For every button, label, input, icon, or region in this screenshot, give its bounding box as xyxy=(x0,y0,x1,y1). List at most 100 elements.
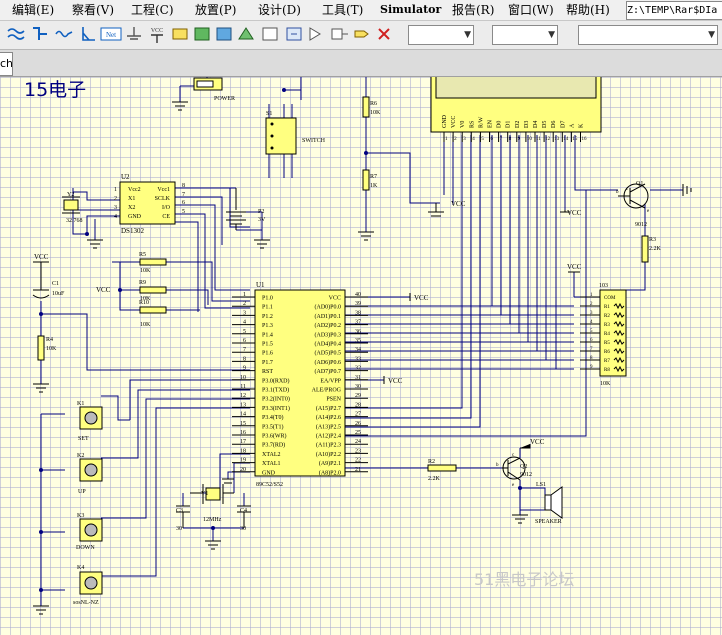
schematic-sheet[interactable]: VCC VCC VCC VCC VCC VCC VCC VCC 15电子 POW… xyxy=(0,77,722,635)
crystal-y2[interactable]: Y2 32.768 xyxy=(62,192,83,224)
u1-pin-name: (A14)P2.6 xyxy=(316,414,341,421)
part-icon[interactable] xyxy=(170,24,190,44)
y1-ref: Y1 xyxy=(201,491,208,497)
key-k2[interactable]: K2 UP xyxy=(77,453,103,495)
u1-pin-num: 3 xyxy=(243,310,246,316)
u1-pin-name: P1.3 xyxy=(262,323,273,329)
switch-s1[interactable]: S1 SWITCH xyxy=(265,111,326,155)
device-sheet-icon[interactable] xyxy=(236,24,256,44)
menu-edit[interactable]: 编辑(E) xyxy=(12,0,54,20)
menu-project[interactable]: 工程(C) xyxy=(131,0,174,20)
resistor-r7[interactable]: R7 1K xyxy=(362,169,378,191)
u1-pin-num: 28 xyxy=(355,402,361,408)
u1-pin-name: P3.1(TXD) xyxy=(262,387,289,394)
lcd-pin-num: 12 xyxy=(545,137,551,142)
u2-ds1302[interactable]: U2 DS1302 Vcc2 X1 X2 GND Vcc1 SCLK I/O C… xyxy=(114,173,185,235)
off-sheet-connector-icon[interactable] xyxy=(284,24,304,44)
u1-pin-num: 9 xyxy=(243,366,246,372)
u1-pin-name: P3.7(RD) xyxy=(262,442,285,449)
lcd-pin-num: 6 xyxy=(491,137,494,142)
lcd-pin-num: 1 xyxy=(445,137,448,142)
u2-pin: Vcc1 xyxy=(157,187,170,193)
key-k1[interactable]: K1 SET xyxy=(77,401,103,442)
combo-3[interactable]: ▼ xyxy=(578,25,718,45)
capacitor-c4[interactable]: C4 30 xyxy=(237,505,251,532)
menu-tools[interactable]: 工具(T) xyxy=(322,0,363,20)
schematic-canvas[interactable]: VCC VCC VCC VCC VCC VCC VCC VCC 15电子 POW… xyxy=(0,77,722,635)
u2-pin: X2 xyxy=(128,205,135,211)
capacitor-c1[interactable]: C1 10uF xyxy=(32,268,65,299)
sheet-symbol-icon[interactable] xyxy=(192,24,212,44)
resistor-r3[interactable]: R3 2.2K xyxy=(641,235,662,263)
u1-pin-num: 6 xyxy=(243,338,246,344)
k1-label: SET xyxy=(78,436,89,442)
u2-part: DS1302 xyxy=(121,227,144,235)
harness-connector-icon[interactable] xyxy=(330,24,350,44)
vcc-text: VCC xyxy=(451,200,466,208)
vcc-port-icon[interactable]: VCC xyxy=(146,24,168,44)
u2-pin: Vcc2 xyxy=(128,187,141,193)
bus-entry-icon[interactable] xyxy=(78,24,98,44)
u1-pin-num: 23 xyxy=(355,448,361,454)
lcd-pin-name: D6 xyxy=(551,121,557,128)
r6-value: 10K xyxy=(370,110,381,116)
port-icon[interactable] xyxy=(260,24,280,44)
crystal-y1[interactable]: Y1 12MHz xyxy=(190,484,234,523)
menu-place[interactable]: 放置(P) xyxy=(195,0,236,20)
battery-p2[interactable]: P2 3V xyxy=(226,188,266,230)
net-label-icon[interactable]: Net xyxy=(100,24,122,44)
rn-pin-name: R4 xyxy=(604,332,610,337)
u1-pin-name: P1.4 xyxy=(262,332,273,338)
bus-icon[interactable] xyxy=(30,24,50,44)
resistor-r6[interactable]: R6 10K xyxy=(362,96,381,118)
path-field[interactable]: Z:\TEMP\Rar$DIa xyxy=(626,1,722,20)
ls1-ref: LS1 xyxy=(536,482,546,488)
lcd-pin-name: VCC xyxy=(451,116,457,128)
u2-pin-num: 2 xyxy=(114,196,117,202)
q2-ref: Q2 xyxy=(520,464,527,470)
menu-simulator[interactable]: Simulator xyxy=(380,0,441,20)
menu-design[interactable]: 设计(D) xyxy=(258,0,301,20)
menu-window[interactable]: 窗口(W) xyxy=(508,0,554,20)
r5-value: 10K xyxy=(140,268,151,274)
u2-pin-num: 3 xyxy=(114,205,117,211)
key-k4[interactable]: K4 sosNL-NZ xyxy=(73,565,103,606)
u1-pin-name: (AD1)P0.1 xyxy=(315,313,342,320)
resistor-r2[interactable]: R2 2.2K xyxy=(427,459,457,482)
resistor-r9[interactable]: R9 10K xyxy=(139,280,167,302)
key-k3[interactable]: K3 DOWN xyxy=(76,513,103,551)
menu-view[interactable]: 察看(V) xyxy=(72,0,114,20)
resistor-r10[interactable]: R10 10K xyxy=(139,300,167,328)
u1-pin-num: 34 xyxy=(355,347,361,353)
u1-pin-name: P3.2(INT0) xyxy=(262,396,290,403)
c4-ref: C4 xyxy=(240,508,247,514)
menu-help[interactable]: 帮助(H) xyxy=(566,0,610,20)
ground-port-icon[interactable] xyxy=(124,24,144,44)
u1-pin-num: 17 xyxy=(240,439,246,445)
u1-pin-name: (AD6)P0.6 xyxy=(315,359,342,366)
sheet-entry-icon[interactable] xyxy=(214,24,234,44)
u1-pin-name: P1.7 xyxy=(262,360,273,366)
wire-icon[interactable] xyxy=(6,24,26,44)
c3-value: 30 xyxy=(176,526,182,532)
signal-harness-icon[interactable] xyxy=(54,24,74,44)
combo-2[interactable]: ▼ xyxy=(492,25,558,45)
harness-entry-icon[interactable] xyxy=(352,24,372,44)
transistor-q2[interactable]: Q2 9012 c b e xyxy=(496,453,532,488)
directive-icon[interactable] xyxy=(306,24,326,44)
tab-document[interactable]: ch xyxy=(0,52,13,76)
u1-pin-num: 12 xyxy=(240,393,246,399)
resistor-r4[interactable]: R4 10K xyxy=(37,335,57,361)
vcc-port-text: VCC xyxy=(151,28,163,34)
r3-ref: R3 xyxy=(649,237,656,243)
u1-pin-num: 1 xyxy=(243,292,246,298)
u1-pin-name: P3.5(T1) xyxy=(262,423,284,430)
vcc-text: VCC xyxy=(530,438,545,446)
combo-1[interactable]: ▼ xyxy=(408,25,474,45)
resistor-r5[interactable]: R5 10K xyxy=(139,252,167,274)
u1-pin-num: 16 xyxy=(240,430,246,436)
power-connector[interactable]: POWER xyxy=(193,77,235,102)
u1-pin-num: 20 xyxy=(240,467,246,473)
menu-reports[interactable]: 报告(R) xyxy=(452,0,494,20)
no-erc-icon[interactable] xyxy=(374,24,394,44)
